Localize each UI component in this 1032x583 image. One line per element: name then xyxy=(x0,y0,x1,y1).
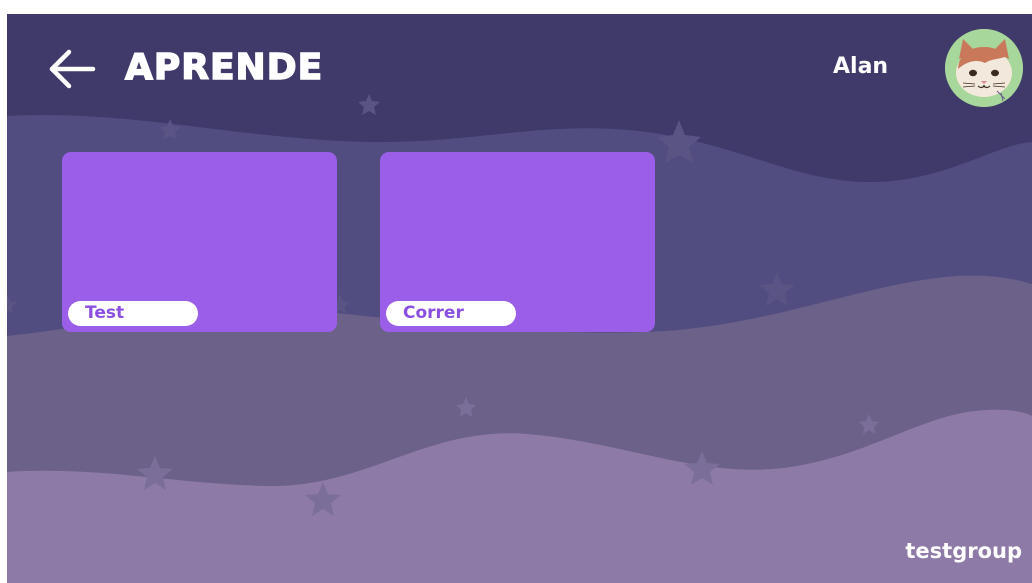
card-label: Correr xyxy=(386,301,516,326)
app-screen: APRENDE Alan Test Correr testgroup xyxy=(7,14,1032,583)
arrow-left-icon xyxy=(49,49,96,89)
user-name: Alan xyxy=(833,54,889,79)
activity-card-test[interactable]: Test xyxy=(62,152,337,332)
activity-card-correr[interactable]: Correr xyxy=(380,152,655,332)
group-name: testgroup xyxy=(905,539,1022,563)
page-title: APRENDE xyxy=(124,46,324,89)
user-avatar[interactable] xyxy=(945,29,1023,107)
cat-avatar-icon xyxy=(945,29,1023,107)
card-label: Test xyxy=(68,301,198,326)
back-button[interactable] xyxy=(47,46,97,92)
